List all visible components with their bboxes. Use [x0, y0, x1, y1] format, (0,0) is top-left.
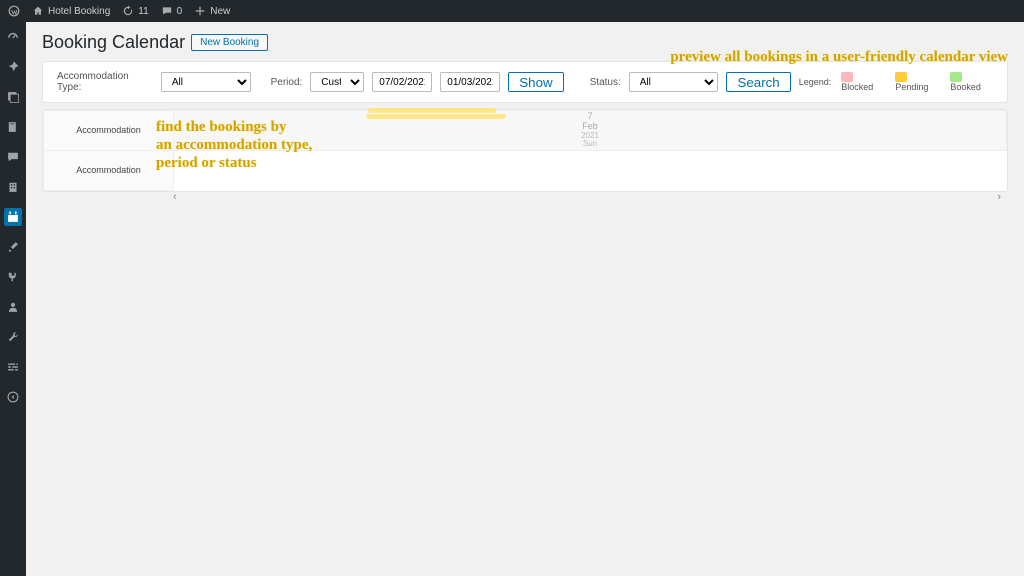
- menu-pages[interactable]: [4, 118, 22, 136]
- plus-icon: [194, 5, 206, 17]
- brush-icon: [6, 240, 20, 254]
- comment-icon: [161, 5, 173, 17]
- period-select[interactable]: Custom: [310, 72, 364, 92]
- collapse-icon: [6, 390, 20, 404]
- menu-bookings[interactable]: [4, 208, 22, 226]
- calendar: Accommodation7Feb2021Sun Accommodation ‹…: [42, 109, 1008, 192]
- pin-icon: [6, 60, 20, 74]
- accommodation-type-select[interactable]: All: [161, 72, 251, 92]
- menu-dashboard[interactable]: [4, 28, 22, 46]
- page-title: Booking Calendar: [42, 32, 185, 53]
- page-icon: [6, 120, 20, 134]
- accom-header-top: Accommodation: [44, 111, 174, 151]
- accommodation-type-label: Accommodation Type:: [57, 71, 153, 93]
- menu-appearance[interactable]: [4, 238, 22, 256]
- menu-accommodation[interactable]: [4, 178, 22, 196]
- date-from-input[interactable]: [372, 72, 432, 92]
- new-content[interactable]: New: [194, 5, 230, 17]
- adminbar: Hotel Booking 11 0 New: [0, 0, 1024, 22]
- site-link[interactable]: Hotel Booking: [32, 5, 110, 17]
- gauge-icon: [6, 30, 20, 44]
- comments-count[interactable]: 0: [161, 5, 183, 17]
- user-icon: [6, 300, 20, 314]
- bubble-icon: [6, 150, 20, 164]
- legend: Legend: Blocked Pending Booked: [799, 72, 993, 93]
- new-booking-button[interactable]: New Booking: [191, 34, 268, 51]
- wrench-icon: [6, 330, 20, 344]
- menu-media[interactable]: [4, 88, 22, 106]
- menu-collapse[interactable]: [4, 388, 22, 406]
- menu-settings[interactable]: [4, 358, 22, 376]
- status-label: Status:: [590, 77, 621, 88]
- menu-comments[interactable]: [4, 148, 22, 166]
- menu-posts[interactable]: [4, 58, 22, 76]
- show-button[interactable]: Show: [508, 72, 563, 92]
- building-icon: [6, 180, 20, 194]
- home-icon: [32, 5, 44, 17]
- filter-panel: Accommodation Type: All Period: Custom S…: [42, 61, 1008, 103]
- calendar-icon: [6, 210, 20, 224]
- day-column: 7Feb2021Sun: [174, 111, 1007, 151]
- menu-tools[interactable]: [4, 328, 22, 346]
- plug-icon: [6, 270, 20, 284]
- menu-plugins[interactable]: [4, 268, 22, 286]
- menu-users[interactable]: [4, 298, 22, 316]
- updates-count[interactable]: 11: [122, 5, 148, 17]
- horizontal-scrollbar[interactable]: ‹›: [173, 191, 1001, 205]
- page-heading: Booking Calendar New Booking: [42, 32, 1008, 53]
- scroll-left-icon: ‹: [173, 191, 177, 205]
- wp-logo[interactable]: [8, 5, 20, 17]
- admin-sidemenu: [0, 22, 26, 576]
- date-to-input[interactable]: [440, 72, 500, 92]
- search-button[interactable]: Search: [726, 72, 790, 92]
- status-select[interactable]: All: [629, 72, 719, 92]
- accom-header-bottom: Accommodation: [44, 151, 174, 191]
- sliders-icon: [6, 360, 20, 374]
- period-label: Period:: [271, 77, 303, 88]
- scroll-right-icon: ›: [997, 191, 1001, 205]
- refresh-icon: [122, 5, 134, 17]
- media-icon: [6, 90, 20, 104]
